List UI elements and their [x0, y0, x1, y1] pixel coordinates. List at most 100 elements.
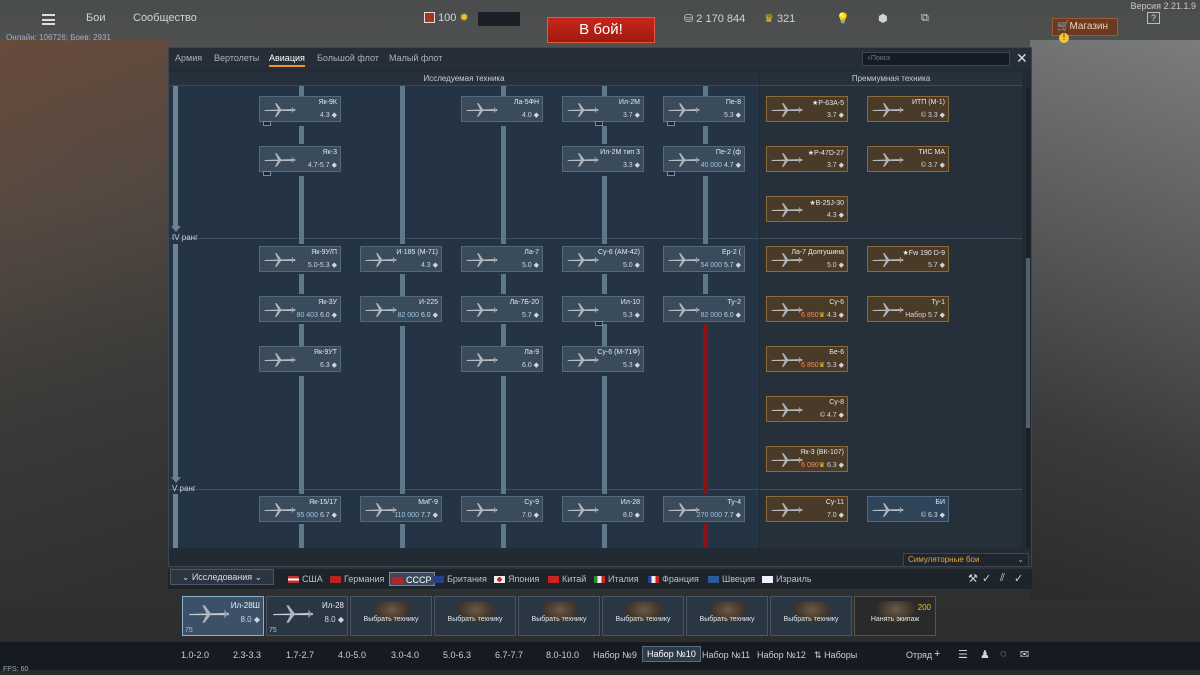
tab-army[interactable]: Армия [175, 53, 202, 63]
profile-rank[interactable]: 100 ✹ [424, 11, 469, 24]
premium-card[interactable]: ★Fw 190 D-9 5.7 ◆ [867, 246, 949, 272]
vehicle-card[interactable]: И-185 (М-71) 4.3 ◆ [360, 246, 442, 272]
menu-icon[interactable] [42, 14, 55, 25]
to-battle-button[interactable]: В бой! [547, 17, 655, 43]
crew-slot[interactable]: Ил-28 8.0 ◆ 75 [266, 596, 348, 636]
vehicle-card[interactable]: Пе-8 5.3 ◆ [663, 96, 745, 126]
tab-coastal-fleet[interactable]: Малый флот [389, 53, 442, 63]
preset-item[interactable]: 6.7-7.7 [495, 650, 523, 660]
research-tab[interactable]: ⌄ Исследования ⌄ [170, 569, 274, 585]
preset-item[interactable]: Набор №12 [757, 650, 806, 660]
premium-card[interactable]: Ту-1 Набор 5.7 ◆ [867, 296, 949, 322]
nation-ussr[interactable]: СССР [389, 572, 435, 586]
battles-menu[interactable]: Бои [86, 12, 105, 24]
presets-menu[interactable]: ⇅ Наборы [814, 650, 857, 661]
vehicle-card[interactable]: Як-15/17 95 000 6.7 ◆ [259, 496, 341, 522]
premium-card[interactable]: ★B-25J-30 4.3 ◆ [766, 196, 848, 222]
chat-icon[interactable]: ◌ [1000, 648, 1007, 660]
game-mode-dropdown[interactable]: Симуляторные бои ⌄ [903, 553, 1029, 567]
wheel-icon[interactable]: ⬢ [878, 12, 888, 25]
scroll-thumb[interactable] [1026, 258, 1030, 428]
vehicle-card[interactable]: Су-6 (АМ-42) 5.0 ◆ [562, 246, 644, 272]
crew-slot[interactable]: Ил-28Ш 8.0 ◆ 75 [182, 596, 264, 636]
nation-china[interactable]: Китай [548, 574, 586, 584]
preset-item[interactable]: Набор №11 [702, 650, 750, 660]
close-icon[interactable]: ✕ [1016, 51, 1028, 65]
premium-card[interactable]: ★P-63A-5 3.7 ◆ [766, 96, 848, 122]
vehicle-card[interactable]: Ту-4 270 000 7.7 ◆ [663, 496, 745, 522]
friends-icon[interactable]: ♟ [980, 648, 990, 661]
community-menu[interactable]: Сообщество [133, 12, 197, 24]
crew-slot-empty[interactable]: Выбрать технику [434, 596, 516, 636]
premium-card[interactable]: ТИС МА © 3.7 ◆ [867, 146, 949, 172]
premium-vehicles[interactable]: ★P-63A-5 3.7 ◆ ИТП (М-1) © 3.3 ◆ ★P-47D-27… [760, 86, 1022, 548]
search-input[interactable]: ⌕Поиск [862, 52, 1010, 66]
crew-slot-empty[interactable]: Выбрать технику [770, 596, 852, 636]
preset-item[interactable]: Набор №9 [593, 650, 637, 660]
wrench-icon[interactable]: ⚒ [968, 572, 978, 585]
add-squad-icon[interactable]: + [934, 648, 940, 660]
vehicle-card[interactable]: Як-3 4.7-5.7 ◆ [259, 146, 341, 176]
tab-aviation[interactable]: Авиация [269, 53, 305, 67]
lightbulb-icon[interactable]: 💡 [836, 12, 850, 25]
nation-france[interactable]: Франция [648, 574, 699, 584]
vehicle-card[interactable]: Ла-7Б-20 5.7 ◆ [461, 296, 543, 322]
crew-slot-empty[interactable]: Выбрать технику [518, 596, 600, 636]
vehicle-card[interactable]: Ла-9 6.0 ◆ [461, 346, 543, 372]
preset-item-active[interactable]: Набор №10 [642, 646, 701, 662]
vehicle-card[interactable]: Ла-5ФН 4.0 ◆ [461, 96, 543, 122]
vehicle-card[interactable]: Як-9К 4.3 ◆ [259, 96, 341, 126]
nation-sweden[interactable]: Швеция [708, 574, 755, 584]
premium-card[interactable]: Су-11 7.0 ◆ [766, 496, 848, 522]
premium-card[interactable]: Як-3 (ВК-107) 6 090♛ 6.3 ◆ [766, 446, 848, 472]
mail-icon[interactable]: ✉ [1020, 648, 1029, 661]
premium-card[interactable]: БИ © 6.3 ◆ [867, 496, 949, 522]
nation-italy[interactable]: Италия [594, 574, 639, 584]
nation-germany[interactable]: Германия [330, 574, 384, 584]
preset-item[interactable]: 1.0-2.0 [181, 650, 209, 660]
premium-card[interactable]: ★P-47D-27 3.7 ◆ [766, 146, 848, 172]
coupon-icon[interactable]: ⧉ [921, 12, 929, 25]
tab-bluewater-fleet[interactable]: Большой флот [317, 53, 379, 63]
vehicle-card[interactable]: Пе-2 (ф 40 000 4.7 ◆ [663, 146, 745, 176]
preset-item[interactable]: 2.3-3.3 [233, 650, 261, 660]
preset-item[interactable]: 8.0-10.0 [546, 650, 579, 660]
vehicle-card[interactable]: Ил-2М 3.7 ◆ [562, 96, 644, 126]
tab-helicopters[interactable]: Вертолеты [214, 53, 259, 63]
premium-card[interactable]: ИТП (М-1) © 3.3 ◆ [867, 96, 949, 122]
check-icon[interactable]: ✓ [1014, 572, 1023, 585]
list-icon[interactable]: ☰ [958, 648, 968, 661]
premium-card[interactable]: Су-6 6 850♛ 4.3 ◆ [766, 296, 848, 322]
nation-japan[interactable]: Япония [494, 574, 539, 584]
vehicle-card[interactable]: Як-9У/П 5.0-5.3 ◆ [259, 246, 341, 272]
preset-item[interactable]: 3.0-4.0 [391, 650, 419, 660]
vehicle-card[interactable]: МиГ-9 110 000 7.7 ◆ [360, 496, 442, 522]
vehicle-card[interactable]: Ил-28 8.0 ◆ [562, 496, 644, 522]
preset-item[interactable]: 4.0-5.0 [338, 650, 366, 660]
help-icon[interactable]: ? [1147, 12, 1161, 24]
nation-usa[interactable]: США [288, 574, 323, 584]
premium-card[interactable]: Су-8 © 4.7 ◆ [766, 396, 848, 422]
crew-slot-empty[interactable]: Выбрать технику [350, 596, 432, 636]
tech-tree[interactable]: IV ранг V ранг Як-9К 4.3 ◆ Ла-5ФН 4.0 ◆ … [169, 86, 759, 548]
vehicle-card[interactable]: Ла-7 5.0 ◆ [461, 246, 543, 272]
vehicle-card[interactable]: Ил-2М тип 3 3.3 ◆ [562, 146, 644, 172]
tree-scrollbar[interactable] [1026, 88, 1030, 548]
vehicle-card[interactable]: Су-9 7.0 ◆ [461, 496, 543, 522]
nation-israel[interactable]: Израиль [762, 574, 812, 584]
vehicle-card[interactable]: Як-3У 80 403 6.0 ◆ [259, 296, 341, 322]
crew-slot-empty[interactable]: Выбрать технику [602, 596, 684, 636]
nation-britain[interactable]: Британия [433, 574, 487, 584]
preset-item[interactable]: 5.0-6.3 [443, 650, 471, 660]
preset-item[interactable]: 1.7-2.7 [286, 650, 314, 660]
vehicle-card[interactable]: Ил-10 5.3 ◆ [562, 296, 644, 326]
vehicle-card[interactable]: Ер-2 (54 000 5.7 ◆ [663, 246, 745, 272]
vehicle-card[interactable]: И-225 82 000 6.0 ◆ [360, 296, 442, 322]
shop-button[interactable]: 🛒Магазин! [1052, 18, 1118, 43]
check-icon[interactable]: ✓ [982, 572, 991, 585]
vehicle-card[interactable]: Як-9УТ 6.3 ◆ [259, 346, 341, 372]
vehicle-card[interactable]: Ту-2 82 000 6.0 ◆ [663, 296, 745, 322]
hire-crew-slot[interactable]: 200 Нанять экипаж [854, 596, 936, 636]
ammo-icon[interactable]: ⫽ [1000, 572, 1005, 585]
crew-slot-empty[interactable]: Выбрать технику [686, 596, 768, 636]
